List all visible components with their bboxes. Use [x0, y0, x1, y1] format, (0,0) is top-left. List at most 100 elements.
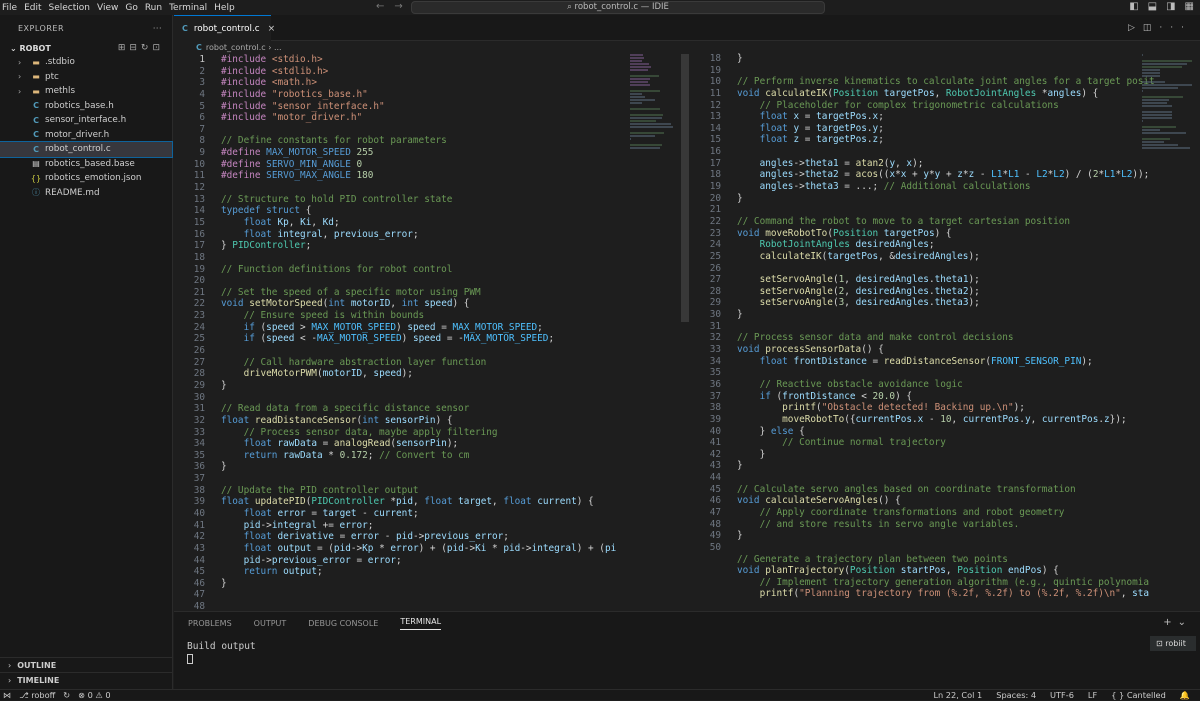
- code-line[interactable]: 12: [174, 182, 628, 194]
- menu-item[interactable]: Selection: [49, 3, 90, 13]
- folder-item[interactable]: › ▬ ptc: [0, 70, 172, 85]
- code-line[interactable]: void planTrajectory(Position startPos, P…: [690, 565, 1160, 577]
- code-line[interactable]: 22 void setMotorSpeed(int motorID, int sp…: [174, 298, 628, 310]
- refresh-icon[interactable]: ↻: [141, 43, 153, 53]
- code-line[interactable]: 41 pid->integral += error;: [174, 520, 628, 532]
- editor-right[interactable]: 18} 19 10// Perform inverse kinematics to …: [690, 53, 1160, 609]
- code-line[interactable]: 21: [690, 204, 1160, 216]
- code-line[interactable]: 37 if (frontDistance < 20.0) {: [690, 391, 1160, 403]
- terminal-instance[interactable]: ⊡ robiit: [1150, 636, 1196, 651]
- code-line[interactable]: 4 #include "robotics_base.h": [174, 89, 628, 101]
- code-line[interactable]: 50: [690, 542, 1160, 554]
- code-line[interactable]: 18}: [690, 53, 1160, 65]
- code-line[interactable]: 15 float Kp, Ki, Kd;: [174, 217, 628, 229]
- more-actions-icon[interactable]: ···: [153, 24, 162, 33]
- notifications-icon[interactable]: 🔔: [1180, 690, 1190, 701]
- folder-item[interactable]: › ▬ .stdbio: [0, 55, 172, 70]
- tab-problems[interactable]: PROBLEMS: [188, 619, 232, 628]
- code-line[interactable]: 14 float y = targetPos.y;: [690, 123, 1160, 135]
- code-line[interactable]: 30}: [690, 309, 1160, 321]
- code-line[interactable]: 25 calculateIK(targetPos, &desiredAngles…: [690, 251, 1160, 263]
- code-line[interactable]: 16 float integral, previous_error;: [174, 229, 628, 241]
- minimap-right[interactable]: [1142, 54, 1192, 154]
- code-line[interactable]: 23 // Ensure speed is within bounds: [174, 310, 628, 322]
- cursor-position[interactable]: Ln 22, Col 1: [933, 690, 982, 701]
- code-line[interactable]: 12 // Placeholder for complex trigonomet…: [690, 100, 1160, 112]
- code-line[interactable]: 3 #include <math.h>: [174, 77, 628, 89]
- code-line[interactable]: 28 setServoAngle(2, desiredAngles.theta2…: [690, 286, 1160, 298]
- tab-terminal[interactable]: TERMINAL: [400, 617, 442, 630]
- code-line[interactable]: 39 float updatePID(PIDController *pid, fl…: [174, 496, 628, 508]
- remote-icon[interactable]: ⋈: [3, 690, 11, 700]
- code-line[interactable]: 13 // Structure to hold PID controller st…: [174, 194, 628, 206]
- file-item[interactable]: {} robotics_emotion.json: [0, 171, 172, 186]
- nav-arrows[interactable]: ←→: [376, 1, 413, 12]
- file-item[interactable]: Cmotor_driver.h: [0, 128, 172, 143]
- code-line[interactable]: 32 // Process sensor data and make contro…: [690, 332, 1160, 344]
- code-line[interactable]: 34 float rawData = analogRead(sensorPin)…: [174, 438, 628, 450]
- code-line[interactable]: 30: [174, 392, 628, 404]
- code-line[interactable]: 45 // Calculate servo angles based on coo…: [690, 484, 1160, 496]
- code-line[interactable]: 29}: [174, 380, 628, 392]
- editor-left[interactable]: 1 #include <stdio.h> 2 #include <stdlib.h> 3…: [174, 54, 628, 610]
- toggle-secondary-sidebar-icon[interactable]: ◨: [1166, 1, 1175, 12]
- breadcrumb-file[interactable]: robot_control.c: [206, 43, 266, 52]
- code-line[interactable]: 20}: [690, 193, 1160, 205]
- toggle-panel-icon[interactable]: ⬓: [1148, 1, 1157, 12]
- toggle-sidebar-icon[interactable]: ◧: [1129, 1, 1138, 12]
- branch-status[interactable]: ⎇ roboff: [19, 690, 55, 700]
- split-editor-icon[interactable]: ◫: [1143, 23, 1160, 33]
- folder-item[interactable]: › ▬ methls: [0, 84, 172, 99]
- code-line[interactable]: 10 #define SERVO_MIN_ANGLE 0: [174, 159, 628, 171]
- code-line[interactable]: 29 setServoAngle(3, desiredAngles.theta3…: [690, 297, 1160, 309]
- code-line[interactable]: 44 pid->previous_error = error;: [174, 555, 628, 567]
- problems-status[interactable]: ⊗ 0 ⚠ 0: [78, 690, 110, 700]
- file-item[interactable]: ▤ robotics_based.base: [0, 157, 172, 172]
- workspace-root[interactable]: ⌄ ROBOT ⊞⊟↻⊡: [0, 41, 172, 55]
- code-line[interactable]: 44: [690, 472, 1160, 484]
- code-line[interactable]: 21 // Set the speed of a specific motor u…: [174, 287, 628, 299]
- timeline-section[interactable]: › TIMELINE: [0, 672, 173, 687]
- code-line[interactable]: 48: [174, 601, 628, 610]
- code-line[interactable]: 39 moveRobotTo({currentPos.x - 10, curre…: [690, 414, 1160, 426]
- code-line[interactable]: 11 #define SERVO_MAX_ANGLE 180: [174, 170, 628, 182]
- code-line[interactable]: 18 angles->theta2 = acos((x*x + y*y + z*…: [690, 169, 1160, 181]
- close-icon[interactable]: ×: [268, 24, 276, 34]
- menu-item[interactable]: Edit: [24, 3, 41, 13]
- scrollbar-left[interactable]: [681, 54, 689, 322]
- code-line[interactable]: 40 } else {: [690, 426, 1160, 438]
- code-line[interactable]: 9 #define MAX_MOTOR_SPEED 255: [174, 147, 628, 159]
- code-line[interactable]: 23 void moveRobotTo(Position targetPos) {: [690, 228, 1160, 240]
- code-line[interactable]: 49}: [690, 530, 1160, 542]
- menu-item[interactable]: Help: [214, 3, 235, 13]
- file-item[interactable]: Crobotics_base.h: [0, 99, 172, 114]
- code-line[interactable]: 37: [174, 473, 628, 485]
- code-line[interactable]: 25 if (speed < -MAX_MOTOR_SPEED) speed =…: [174, 333, 628, 345]
- tab-debug-console[interactable]: DEBUG CONSOLE: [308, 619, 378, 628]
- code-line[interactable]: 27 // Call hardware abstraction layer fu…: [174, 357, 628, 369]
- add-terminal-icon[interactable]: +: [1163, 617, 1177, 628]
- chevron-down-icon[interactable]: ⌄: [1178, 617, 1192, 628]
- code-line[interactable]: 22 // Command the robot to move to a targ…: [690, 216, 1160, 228]
- code-line[interactable]: // Generate a trajectory plan between tw…: [690, 554, 1160, 566]
- code-line[interactable]: 6 #include "motor_driver.h": [174, 112, 628, 124]
- code-line[interactable]: 47 // Apply coordinate transformations a…: [690, 507, 1160, 519]
- menu-item[interactable]: View: [97, 3, 118, 13]
- code-line[interactable]: 1 #include <stdio.h>: [174, 54, 628, 66]
- indentation[interactable]: Spaces: 4: [996, 690, 1036, 701]
- code-line[interactable]: 17 angles->theta1 = atan2(y, x);: [690, 158, 1160, 170]
- file-item[interactable]: Crobot_control.c: [0, 141, 173, 158]
- new-folder-icon[interactable]: ⊟: [129, 43, 141, 53]
- code-line[interactable]: 2 #include <stdlib.h>: [174, 66, 628, 78]
- code-line[interactable]: 20: [174, 275, 628, 287]
- code-line[interactable]: 35 return rawData * 0.172; // Convert to…: [174, 450, 628, 462]
- code-line[interactable]: 36}: [174, 461, 628, 473]
- menu-item[interactable]: File: [2, 3, 17, 13]
- end-of-line[interactable]: LF: [1088, 690, 1097, 701]
- code-line[interactable]: 32 float readDistanceSensor(int sensorPin…: [174, 415, 628, 427]
- new-file-icon[interactable]: ⊞: [118, 43, 130, 53]
- code-line[interactable]: 7: [174, 124, 628, 136]
- code-line[interactable]: 28 driveMotorPWM(motorID, speed);: [174, 368, 628, 380]
- code-line[interactable]: 33 void processSensorData() {: [690, 344, 1160, 356]
- menu-item[interactable]: Go: [125, 3, 137, 13]
